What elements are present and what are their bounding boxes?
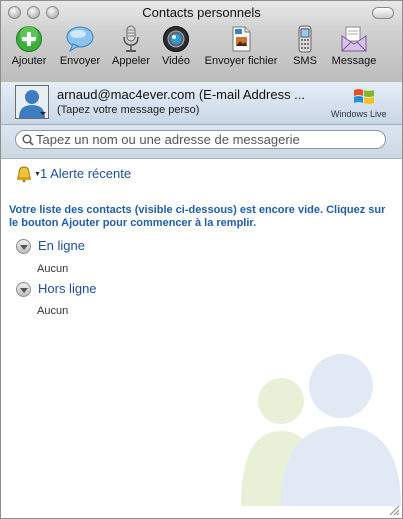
messenger-buddies-watermark — [241, 354, 401, 506]
expand-toggle-icon[interactable] — [16, 239, 31, 254]
windows-flag-icon — [354, 89, 374, 104]
envelope-icon — [341, 26, 367, 52]
search-icon — [22, 134, 34, 146]
phone-icon — [298, 25, 312, 53]
send-message-button[interactable]: Envoyer — [56, 25, 104, 67]
expand-toggle-icon[interactable] — [16, 282, 31, 297]
windows-live-logo: Windows Live — [331, 87, 393, 119]
brand-label: Windows Live — [331, 109, 387, 119]
title-bar: Contacts personnels Ajouter Envoyer Appe… — [1, 1, 402, 83]
message-button[interactable]: Message — [329, 25, 379, 67]
search-field[interactable] — [15, 130, 386, 149]
alerts-label: 1 Alerte récente — [40, 166, 132, 181]
chat-bubble-icon — [66, 26, 94, 53]
toolbar-toggle-button[interactable] — [372, 7, 394, 19]
display-picture[interactable] — [15, 85, 49, 119]
window-title: Contacts personnels — [142, 5, 261, 20]
search-bar — [1, 125, 402, 159]
toolbar: Ajouter Envoyer Appeler Vidéo Envoyer fi… — [1, 25, 402, 77]
search-input[interactable] — [36, 132, 376, 147]
personal-message[interactable]: (Tapez votre message perso) — [57, 104, 199, 116]
group-label: En ligne — [38, 238, 85, 253]
profile-header: arnaud@mac4ever.com (E-mail Address ... … — [1, 82, 402, 125]
empty-list-hint: Votre liste des contacts (visible ci-des… — [9, 204, 386, 229]
contacts-window: Contacts personnels Ajouter Envoyer Appe… — [0, 0, 403, 519]
profile-name[interactable]: arnaud@mac4ever.com (E-mail Address ... — [57, 87, 327, 102]
group-empty-text: Aucun — [37, 263, 69, 275]
sms-button[interactable]: SMS — [289, 25, 321, 67]
send-file-button[interactable]: Envoyer fichier — [200, 25, 282, 67]
add-contact-button[interactable]: Ajouter — [7, 25, 51, 67]
user-avatar-icon — [16, 86, 48, 118]
call-button[interactable]: Appeler — [109, 25, 153, 67]
group-empty-text: Aucun — [37, 305, 69, 317]
webcam-icon — [163, 26, 189, 52]
video-button[interactable]: Vidéo — [158, 25, 194, 67]
send-file-icon — [232, 26, 251, 52]
microphone-icon — [123, 25, 139, 52]
bell-icon — [17, 166, 31, 182]
resize-grip-icon[interactable] — [388, 504, 400, 516]
add-icon — [16, 26, 42, 52]
group-label: Hors ligne — [38, 281, 97, 296]
